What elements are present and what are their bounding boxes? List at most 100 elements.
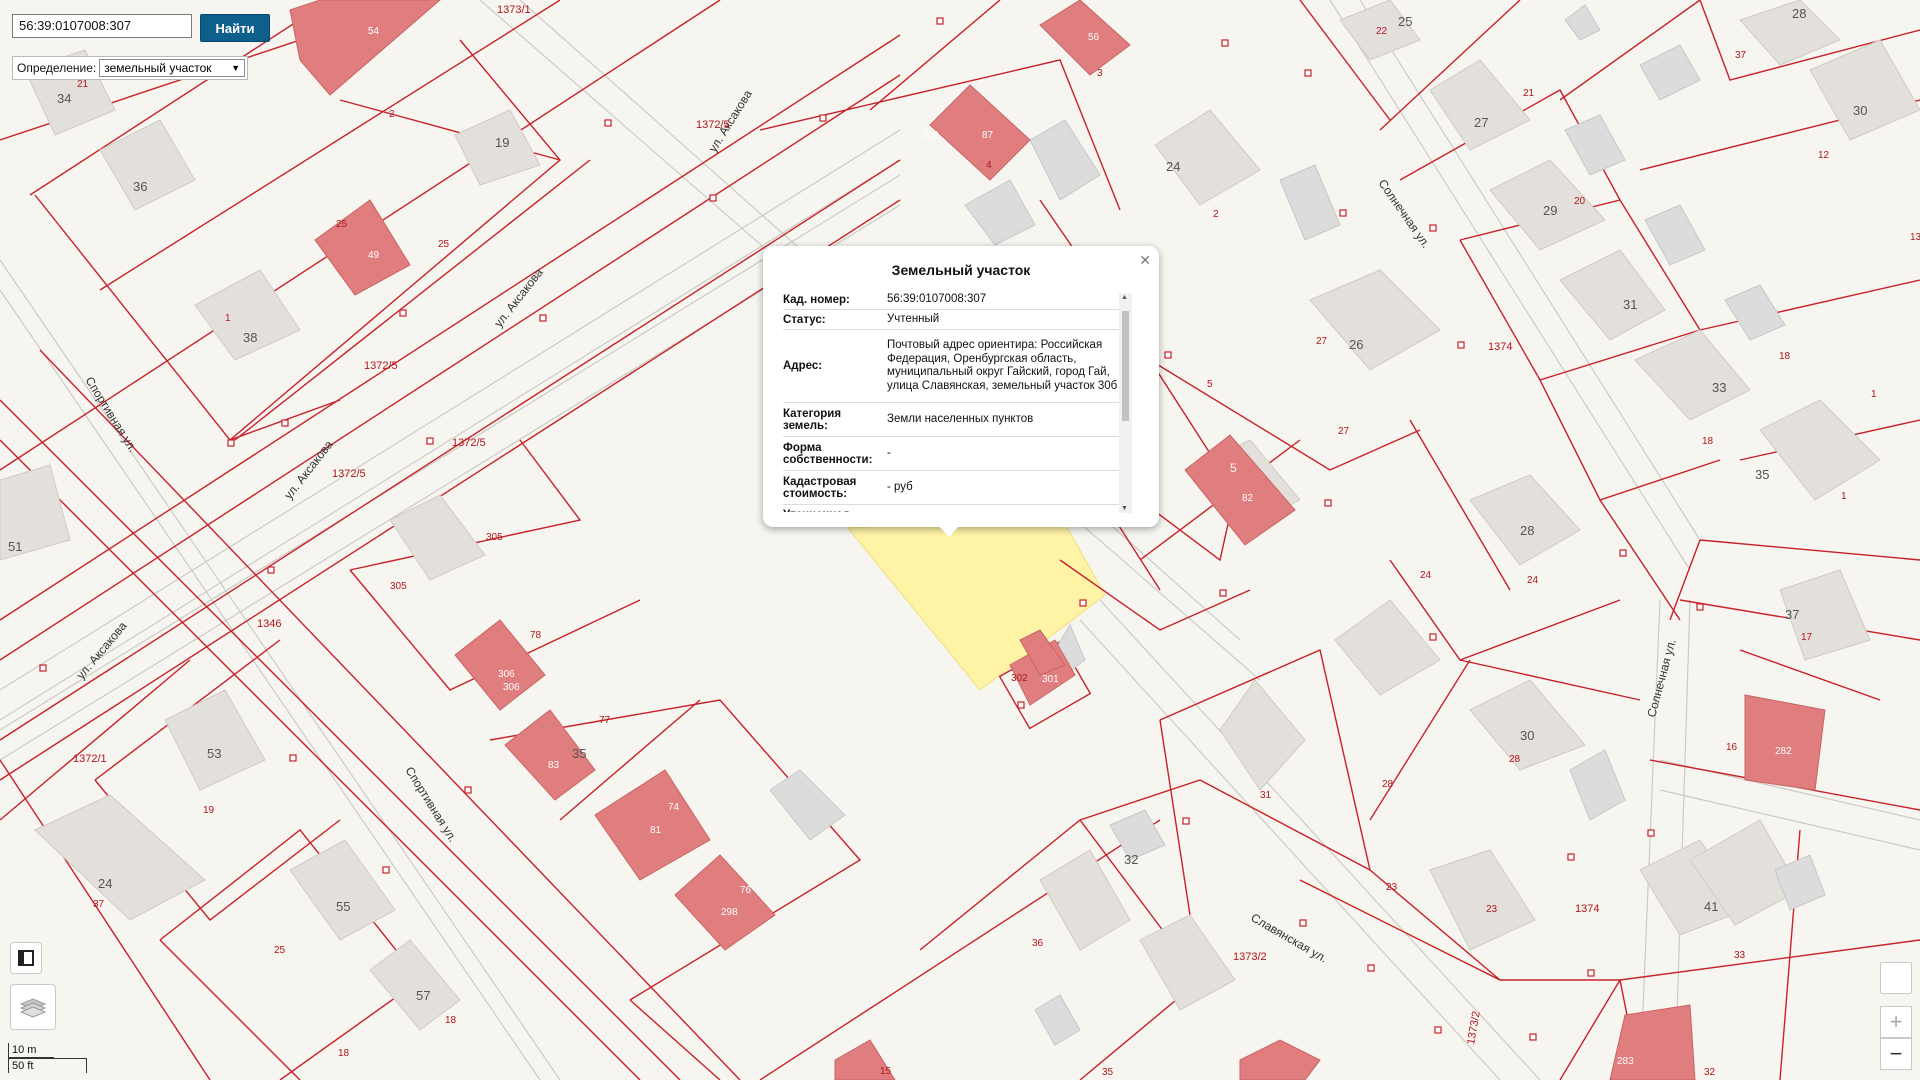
house-number: 57 bbox=[416, 988, 430, 1003]
popup-row-key: Статус: bbox=[783, 313, 826, 326]
zoom-in-button[interactable]: + bbox=[1880, 1006, 1912, 1038]
house-number: 305 bbox=[390, 581, 407, 592]
house-number: 31 bbox=[1260, 790, 1272, 801]
house-number: 1 bbox=[225, 313, 231, 324]
popup-row: Статус: Учтенный bbox=[783, 310, 1127, 330]
parcel-label: 1373/1 bbox=[497, 4, 531, 16]
house-number: 81 bbox=[650, 825, 662, 836]
scroll-up-icon[interactable]: ▲ bbox=[1121, 294, 1128, 301]
definition-label: Определение: bbox=[17, 61, 97, 75]
fullscreen-button[interactable] bbox=[1880, 962, 1912, 994]
house-number: 2 bbox=[389, 109, 395, 120]
house-number: 24 bbox=[98, 876, 112, 891]
house-number: 27 bbox=[1474, 115, 1488, 130]
house-number: 306 bbox=[498, 669, 515, 680]
house-number: 300 bbox=[922, 130, 939, 141]
popup-row-value: Учтенный bbox=[887, 312, 940, 325]
house-number: 77 bbox=[599, 715, 611, 726]
house-number: 302 bbox=[1011, 673, 1028, 684]
house-number: 24 bbox=[1420, 570, 1432, 581]
house-number: 28 bbox=[1520, 523, 1534, 538]
house-number: 283 bbox=[1617, 1056, 1634, 1067]
house-number: 23 bbox=[1386, 882, 1398, 893]
house-number: 25 bbox=[336, 219, 348, 230]
parcel-label: 1372/5 bbox=[364, 360, 398, 372]
scroll-down-icon[interactable]: ▼ bbox=[1121, 505, 1128, 512]
house-number: 29 bbox=[1543, 203, 1557, 218]
parcel-label: 1373/2 bbox=[1233, 951, 1267, 963]
close-icon[interactable]: ✕ bbox=[1139, 252, 1151, 269]
house-number: 13 bbox=[1910, 232, 1920, 243]
house-number: 2 bbox=[1213, 209, 1219, 220]
popup-row-value: - руб bbox=[887, 480, 913, 493]
find-button[interactable]: Найти bbox=[200, 14, 270, 42]
house-number: 33 bbox=[1734, 950, 1746, 961]
definition-row: Определение: земельный участок ▼ bbox=[12, 56, 249, 80]
popup-row-key: Кад. номер: bbox=[783, 293, 850, 306]
house-number: 19 bbox=[203, 805, 215, 816]
house-number: 54 bbox=[368, 26, 380, 37]
popup-row-key: Адрес: bbox=[783, 360, 823, 372]
popup-row-key: Кадастровая стоимость: bbox=[783, 475, 857, 500]
house-number: 25 bbox=[438, 239, 450, 250]
popup-row: Уточненная bbox=[783, 505, 1127, 513]
house-number: 32 bbox=[1704, 1067, 1716, 1078]
house-number: 301 bbox=[1042, 674, 1059, 685]
house-number: 35 bbox=[1755, 467, 1769, 482]
popup-row: Кадастровая стоимость: - руб bbox=[783, 471, 1127, 505]
house-number: 37 bbox=[93, 899, 105, 910]
scale-metric: 10 m bbox=[8, 1043, 54, 1058]
house-number: 25 bbox=[274, 945, 286, 956]
cadastral-map[interactable]: ул. Аксакова ул. Аксакова ул. Аксакова у… bbox=[0, 0, 1920, 1080]
house-number: 282 bbox=[1775, 746, 1792, 757]
house-number: 17 bbox=[1801, 632, 1813, 643]
house-number: 298 bbox=[721, 907, 738, 918]
popup-row-key: Форма собственности: bbox=[783, 441, 873, 466]
house-number: 18 bbox=[1779, 351, 1791, 362]
house-number: 55 bbox=[336, 899, 350, 914]
popup-row: Адрес: Почтовый адрес ориентира: Российс… bbox=[783, 330, 1127, 403]
parcel-info-popup: Земельный участок ✕ Кад. номер: 56:39:01… bbox=[763, 246, 1159, 527]
popup-title: Земельный участок bbox=[891, 262, 1031, 278]
layers-button[interactable] bbox=[10, 984, 56, 1030]
parcel-label: 1372/5 bbox=[452, 437, 486, 449]
house-number: 21 bbox=[1523, 88, 1535, 99]
house-number: 51 bbox=[8, 539, 22, 554]
definition-select[interactable]: земельный участок ▼ bbox=[99, 59, 246, 77]
popup-row-value: Земли населенных пунктов bbox=[887, 412, 1034, 425]
house-number: 28 bbox=[1509, 754, 1521, 765]
house-number: 18 bbox=[1702, 436, 1714, 447]
popup-pointer bbox=[938, 525, 960, 537]
scale-imperial: 50 ft bbox=[8, 1058, 87, 1073]
house-number: 15 bbox=[880, 1066, 892, 1077]
popup-row-key: Уточненная bbox=[783, 505, 887, 513]
house-number: 24 bbox=[1166, 159, 1180, 174]
house-number: 3 bbox=[1097, 68, 1103, 79]
ruler-button[interactable] bbox=[10, 942, 42, 974]
scale-bar: 10 m 50 ft bbox=[8, 1043, 87, 1073]
house-number: 34 bbox=[57, 91, 71, 106]
popup-row-value: Почтовый адрес ориентира: Российская Фед… bbox=[887, 339, 1118, 392]
house-number: 35 bbox=[572, 746, 586, 761]
house-number: 36 bbox=[1032, 938, 1044, 949]
zoom-out-button[interactable]: − bbox=[1880, 1038, 1912, 1070]
parcel-label: 1374 bbox=[1488, 341, 1512, 353]
popup-row: Категория земель: Земли населенных пункт… bbox=[783, 403, 1127, 437]
house-number: 20 bbox=[1574, 196, 1586, 207]
house-number: 18 bbox=[338, 1048, 350, 1059]
house-number: 306 bbox=[503, 682, 520, 693]
search-input[interactable]: 56:39:0107008:307 bbox=[12, 14, 192, 38]
popup-row: Форма собственности: - bbox=[783, 437, 1127, 471]
definition-selected-value: земельный участок bbox=[104, 61, 212, 75]
house-number: 37 bbox=[1785, 607, 1799, 622]
house-number: 41 bbox=[1704, 899, 1718, 914]
house-number: 33 bbox=[1712, 380, 1726, 395]
house-number: 22 bbox=[1376, 26, 1388, 37]
scrollbar-thumb[interactable] bbox=[1122, 311, 1129, 421]
popup-scrollbar[interactable]: ▲ ▼ bbox=[1119, 293, 1132, 513]
house-number: 83 bbox=[548, 760, 560, 771]
house-number: 25 bbox=[1398, 14, 1412, 29]
house-number: 19 bbox=[495, 135, 509, 150]
parcel-label: 1372/5 bbox=[332, 468, 366, 480]
popup-row-key: Категория земель: bbox=[783, 407, 842, 432]
